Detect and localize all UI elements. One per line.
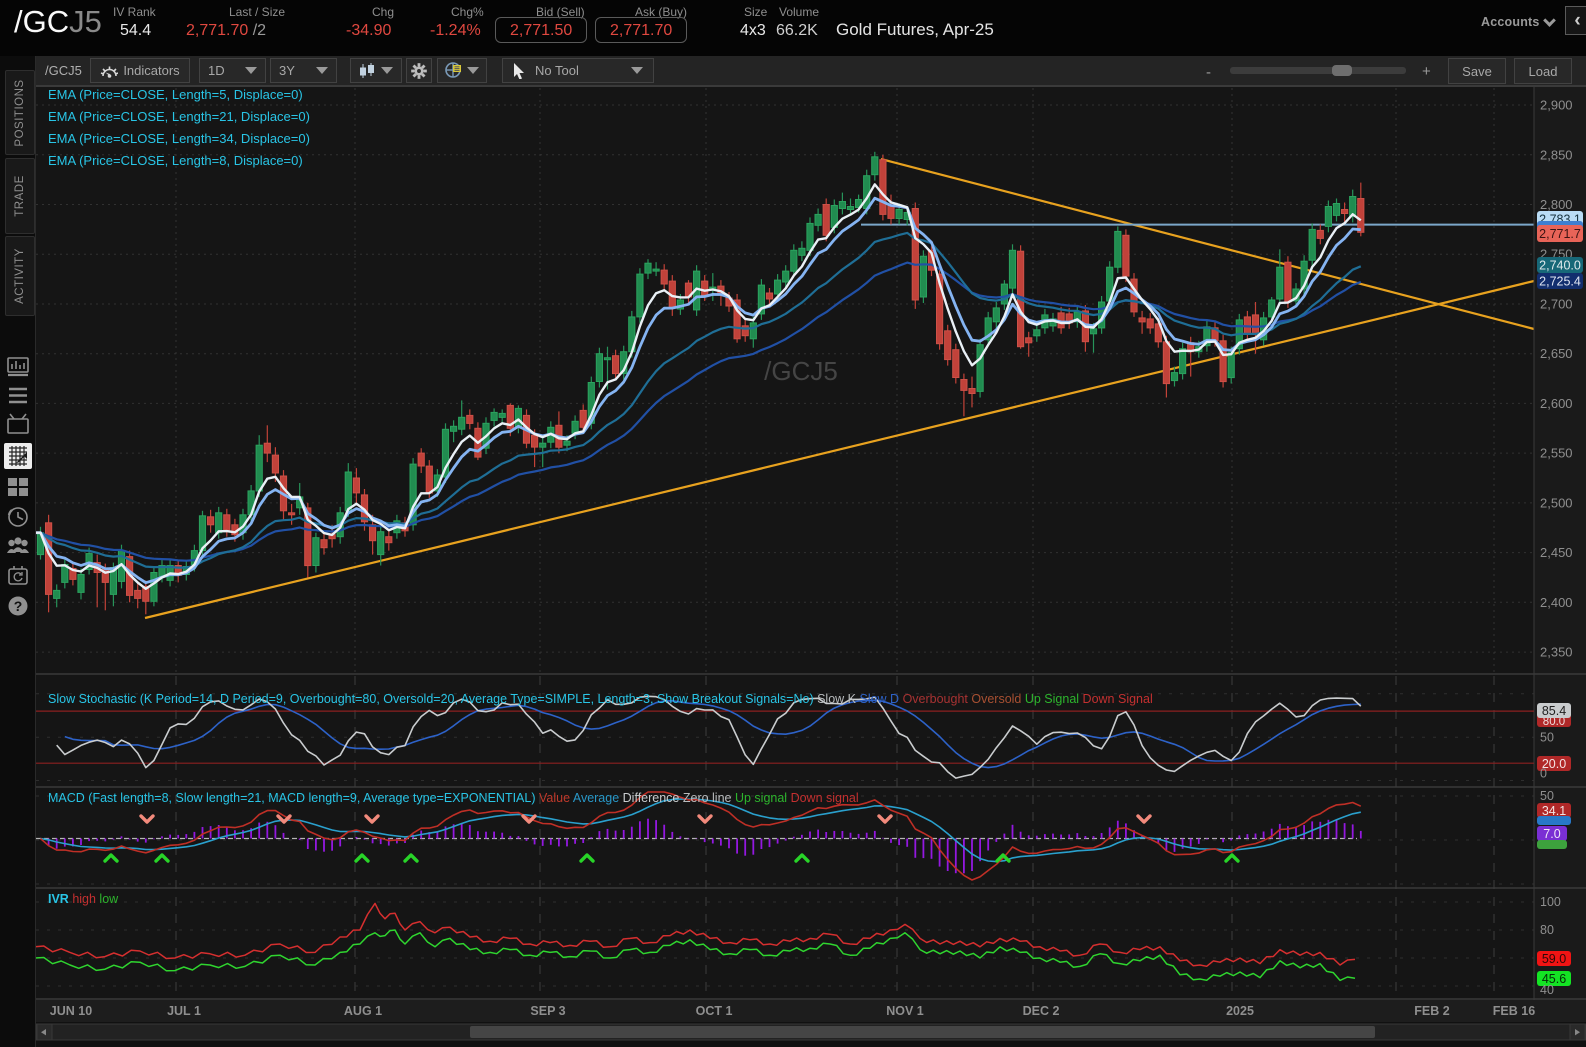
svg-text:50: 50 [1540,789,1554,803]
svg-text:85.4: 85.4 [1542,704,1566,718]
svg-text:AUG 1: AUG 1 [344,1004,382,1018]
svg-text:DEC 2: DEC 2 [1023,1004,1060,1018]
svg-text:?: ? [14,598,23,614]
svg-text:2,450: 2,450 [1540,545,1573,560]
svg-text:2,800: 2,800 [1540,197,1573,212]
svg-text:2,771.7: 2,771.7 [1539,227,1581,241]
svg-text:/GCJ5: /GCJ5 [764,356,838,386]
svg-text:FEB 16: FEB 16 [1493,1004,1535,1018]
svg-text:NOV 1: NOV 1 [886,1004,924,1018]
svg-text:34.1: 34.1 [1542,804,1566,818]
svg-text:2,740.0: 2,740.0 [1539,259,1581,273]
svg-text:2,650: 2,650 [1540,346,1573,361]
svg-text:Slow Stochastic (K Period=14,: Slow Stochastic (K Period=14, D Period=9… [48,692,1153,706]
svg-text:EMA (Price=CLOSE, Length=21, D: EMA (Price=CLOSE, Length=21, Displace=0) [48,109,310,124]
svg-text:EMA (Price=CLOSE, Length=8, Di: EMA (Price=CLOSE, Length=8, Displace=0) [48,153,303,168]
svg-text:2025: 2025 [1226,1004,1254,1018]
svg-text:OCT 1: OCT 1 [696,1004,733,1018]
svg-text:EMA (Price=CLOSE, Length=5, Di: EMA (Price=CLOSE, Length=5, Displace=0) [48,87,303,102]
svg-text:7.0: 7.0 [1543,827,1560,841]
svg-text:2,550: 2,550 [1540,446,1573,461]
svg-text:50: 50 [1540,731,1554,745]
svg-text:0: 0 [1540,767,1547,781]
svg-text:SEP 3: SEP 3 [530,1004,565,1018]
svg-text:2,350: 2,350 [1540,645,1573,660]
svg-text:2,400: 2,400 [1540,595,1573,610]
svg-text:2,850: 2,850 [1540,147,1573,162]
svg-text:2,600: 2,600 [1540,396,1573,411]
svg-text:IVR high low: IVR high low [48,892,119,906]
svg-text:40: 40 [1540,983,1554,997]
svg-text:100: 100 [1540,895,1561,909]
svg-text:EMA (Price=CLOSE, Length=34, D: EMA (Price=CLOSE, Length=34, Displace=0) [48,131,310,146]
svg-text:59.0: 59.0 [1542,952,1566,966]
svg-text:2,725.4: 2,725.4 [1539,275,1581,289]
svg-text:2,900: 2,900 [1540,98,1573,113]
svg-text:FEB 2: FEB 2 [1414,1004,1449,1018]
svg-text:2,700: 2,700 [1540,296,1573,311]
svg-text:JUL 1: JUL 1 [167,1004,201,1018]
svg-text:80: 80 [1540,923,1554,937]
svg-text:MACD (Fast length=8, Slow leng: MACD (Fast length=8, Slow length=21, MAC… [48,791,859,805]
svg-text:2,500: 2,500 [1540,495,1573,510]
svg-text:JUN 10: JUN 10 [50,1004,92,1018]
